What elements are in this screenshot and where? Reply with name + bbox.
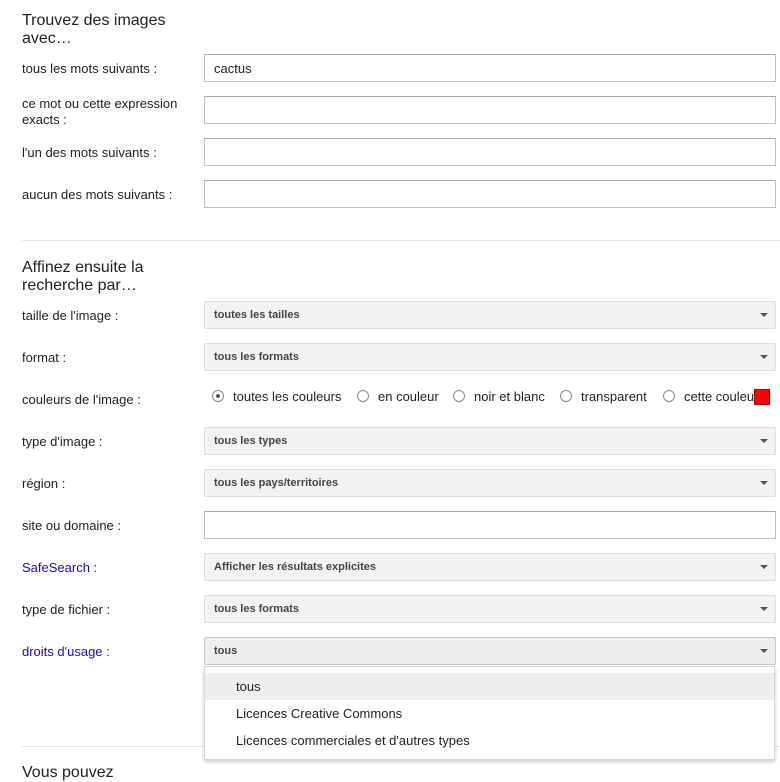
image-colors-label: couleurs de l'image : bbox=[22, 392, 141, 407]
radio-selected-dot bbox=[216, 394, 220, 398]
site-domain-label: site ou domaine : bbox=[22, 518, 122, 533]
radio-icon bbox=[357, 390, 369, 402]
region-value: tous les pays/territoires bbox=[214, 477, 339, 489]
region-select[interactable]: tous les pays/territoires bbox=[204, 469, 776, 497]
section-next-heading: Vous pouvez bbox=[22, 764, 114, 781]
image-size-select[interactable]: toutes les tailles bbox=[204, 301, 776, 329]
image-size-value: toutes les tailles bbox=[214, 309, 300, 321]
none-words-input[interactable] bbox=[204, 180, 776, 208]
safesearch-value: Afficher les résultats explicites bbox=[214, 561, 377, 573]
radio-icon bbox=[212, 390, 224, 402]
image-colors-radio-group: toutes les couleurs en couleur noir et b… bbox=[204, 389, 776, 407]
chevron-down-icon bbox=[760, 313, 768, 317]
exact-phrase-input[interactable] bbox=[204, 96, 776, 124]
chevron-down-icon bbox=[760, 355, 768, 359]
all-words-input[interactable] bbox=[204, 54, 776, 82]
chevron-down-icon bbox=[760, 439, 768, 443]
image-size-label: taille de l'image : bbox=[22, 308, 119, 323]
chevron-down-icon bbox=[760, 649, 768, 653]
aspect-ratio-select[interactable]: tous les formats bbox=[204, 343, 776, 371]
usage-rights-select[interactable]: tous bbox=[204, 637, 776, 665]
color-swatch[interactable] bbox=[754, 389, 770, 405]
safesearch-link[interactable]: SafeSearch : bbox=[22, 560, 192, 576]
file-type-label: type de fichier : bbox=[22, 602, 111, 617]
radio-icon bbox=[560, 390, 572, 402]
usage-rights-link[interactable]: droits d'usage : bbox=[22, 644, 192, 660]
aspect-ratio-value: tous les formats bbox=[214, 351, 299, 363]
file-type-select[interactable]: tous les formats bbox=[204, 595, 776, 623]
file-type-value: tous les formats bbox=[214, 603, 299, 615]
any-words-input[interactable] bbox=[204, 138, 776, 166]
image-type-label: type d'image : bbox=[22, 434, 103, 449]
usage-rights-option-commercial[interactable]: Licences commerciales et d'autres types bbox=[205, 727, 774, 754]
aspect-ratio-label: format : bbox=[22, 350, 67, 365]
site-domain-input[interactable] bbox=[204, 511, 776, 539]
section-refine-heading: Affinez ensuite la recherche par… bbox=[22, 259, 144, 294]
radio-icon bbox=[663, 390, 675, 402]
none-words-label: aucun des mots suivants : bbox=[22, 187, 173, 202]
chevron-down-icon bbox=[760, 481, 768, 485]
section-divider bbox=[22, 240, 780, 241]
any-words-label: l'un des mots suivants : bbox=[22, 145, 157, 160]
image-type-value: tous les types bbox=[214, 435, 288, 447]
chevron-down-icon bbox=[760, 607, 768, 611]
usage-rights-dropdown-menu: tous Licences Creative Commons Licences … bbox=[204, 666, 775, 760]
chevron-down-icon bbox=[760, 565, 768, 569]
exact-phrase-label: ce mot ou cette expression exacts : bbox=[22, 96, 178, 127]
image-type-select[interactable]: tous les types bbox=[204, 427, 776, 455]
usage-rights-value: tous bbox=[214, 645, 238, 657]
all-words-label: tous les mots suivants : bbox=[22, 61, 158, 76]
section-find-heading: Trouvez des images avec… bbox=[22, 12, 166, 47]
usage-rights-option-all[interactable]: tous bbox=[205, 673, 774, 700]
radio-icon bbox=[453, 390, 465, 402]
usage-rights-option-creative-commons[interactable]: Licences Creative Commons bbox=[205, 700, 774, 727]
safesearch-select[interactable]: Afficher les résultats explicites bbox=[204, 553, 776, 581]
region-label: région : bbox=[22, 476, 66, 491]
